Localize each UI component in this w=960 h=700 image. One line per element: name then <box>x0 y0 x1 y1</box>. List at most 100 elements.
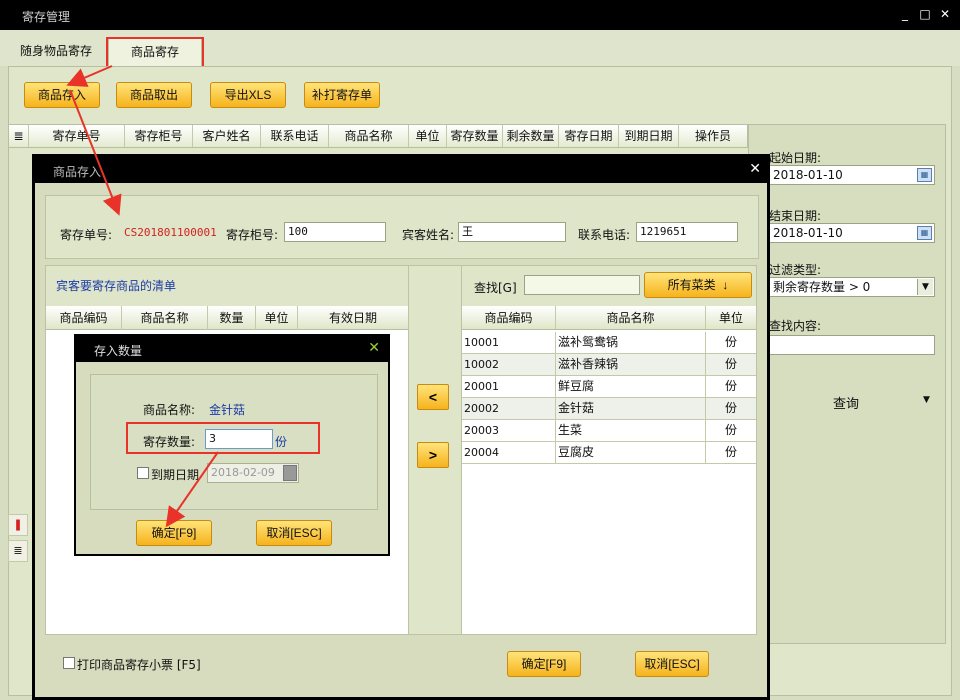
storage-list-header: 商品编码 商品名称 数量 单位 有效日期 <box>46 306 408 330</box>
product-panel: 查找[G] 所有菜类 ↓ 商品编码 商品名称 单位 10001 滋补鸳鸯锅 份 … <box>461 265 757 635</box>
maximize-icon[interactable]: □ <box>918 7 932 21</box>
storage-list-title: 宾客要寄存商品的清单 <box>46 266 408 306</box>
product-row[interactable]: 20002 金针菇 份 <box>462 398 756 420</box>
query-button[interactable]: 查询 <box>833 393 859 412</box>
end-date-input[interactable]: 2018-01-10 ▦ <box>769 223 935 243</box>
calendar-icon[interactable] <box>283 465 297 481</box>
col-customer-name[interactable]: 客户姓名 <box>193 125 261 147</box>
col-product-code[interactable]: 商品编码 <box>462 306 556 329</box>
col-remaining-qty[interactable]: 剩余数量 <box>503 125 559 147</box>
col-goods-code[interactable]: 商品编码 <box>46 306 122 330</box>
guest-name-input[interactable]: 王 <box>458 222 566 242</box>
product-row[interactable]: 10002 滋补香辣锅 份 <box>462 354 756 376</box>
product-row[interactable]: 10001 滋补鸳鸯锅 份 <box>462 332 756 354</box>
close-icon[interactable]: ✕ <box>938 7 952 21</box>
cabinet-no-label: 寄存柜号: <box>226 228 279 242</box>
col-product-name[interactable]: 商品名称 <box>556 306 706 329</box>
minimize-icon[interactable]: _ <box>898 7 912 21</box>
qty-dialog-title-bar: 存入数量 ✕ <box>76 336 388 362</box>
bookmark-icon[interactable]: ❚ <box>8 514 28 536</box>
transfer-column: < > <box>409 265 461 635</box>
product-unit: 份 <box>724 445 737 459</box>
order-no-label: 寄存单号: <box>60 228 113 242</box>
expire-date-checkbox[interactable] <box>137 467 149 479</box>
product-name: 豆腐皮 <box>556 442 706 463</box>
category-dropdown-button[interactable]: 所有菜类 ↓ <box>644 272 752 298</box>
qty-form: 商品名称: 金针菇 寄存数量: 3 份 到期日期 2018-02-09 <box>90 374 378 510</box>
col-goods-name[interactable]: 商品名称 <box>329 125 409 147</box>
close-icon[interactable]: ✕ <box>749 161 761 177</box>
tab-personal-items[interactable]: 随身物品寄存 <box>10 38 102 64</box>
reprint-button[interactable]: 补打寄存单 <box>304 82 380 108</box>
product-unit: 份 <box>724 423 737 437</box>
down-arrow-icon: ↓ <box>719 278 729 292</box>
end-date-label: 结束日期: <box>769 209 822 223</box>
phone-label: 联系电话: <box>578 228 631 242</box>
product-row[interactable]: 20003 生菜 份 <box>462 420 756 442</box>
close-icon[interactable]: ✕ <box>368 340 380 356</box>
col-goods-name[interactable]: 商品名称 <box>122 306 208 330</box>
col-order-no[interactable]: 寄存单号 <box>29 125 125 147</box>
chevron-down-icon[interactable]: ▼ <box>917 279 933 295</box>
qty-confirm-button[interactable]: 确定[F9] <box>136 520 212 546</box>
product-code: 20002 <box>462 398 556 419</box>
col-expire-date[interactable]: 到期日期 <box>619 125 679 147</box>
expire-date-input[interactable]: 2018-02-09 <box>207 463 299 483</box>
filter-type-label: 过滤类型: <box>769 263 822 277</box>
product-name: 金针菇 <box>556 398 706 419</box>
col-operator[interactable]: 操作员 <box>679 125 747 147</box>
product-unit: 份 <box>724 335 737 349</box>
print-receipt-checkbox[interactable] <box>63 657 75 669</box>
col-unit[interactable]: 单位 <box>256 306 298 330</box>
list-icon[interactable]: ≣ <box>8 540 28 562</box>
tab-goods-storage[interactable]: 商品寄存 <box>108 38 202 66</box>
print-receipt-label: 打印商品寄存小票 [F5] <box>77 658 201 672</box>
col-store-date[interactable]: 寄存日期 <box>559 125 619 147</box>
move-left-button[interactable]: < <box>417 384 449 410</box>
cancel-button[interactable]: 取消[ESC] <box>635 651 709 677</box>
expire-date-label: 到期日期 <box>151 468 200 482</box>
goods-name-label: 商品名称: <box>143 403 196 417</box>
filter-type-value: 剩余寄存数量 > 0 <box>773 280 871 294</box>
start-date-input[interactable]: 2018-01-10 ▦ <box>769 165 935 185</box>
calendar-icon[interactable]: ▦ <box>917 226 932 240</box>
store-qty-label: 寄存数量: <box>143 435 196 449</box>
store-qty-input[interactable]: 3 <box>205 429 273 449</box>
cabinet-no-input[interactable]: 100 <box>284 222 386 242</box>
move-right-button[interactable]: > <box>417 442 449 468</box>
goods-name-value: 金针菇 <box>209 403 246 417</box>
search-content-label: 查找内容: <box>769 319 822 333</box>
col-store-qty[interactable]: 寄存数量 <box>447 125 503 147</box>
confirm-button[interactable]: 确定[F9] <box>507 651 581 677</box>
col-phone[interactable]: 联系电话 <box>261 125 329 147</box>
guest-name-label: 宾客姓名: <box>402 228 455 242</box>
start-date-label: 起始日期: <box>769 151 822 165</box>
product-unit: 份 <box>724 401 737 415</box>
product-row[interactable]: 20004 豆腐皮 份 <box>462 442 756 464</box>
calendar-icon[interactable]: ▦ <box>917 168 932 182</box>
dropdown-arrow-icon[interactable]: ▼ <box>923 395 930 405</box>
qty-cancel-button[interactable]: 取消[ESC] <box>256 520 332 546</box>
filter-type-select[interactable]: 剩余寄存数量 > 0 ▼ <box>769 277 935 297</box>
col-cabinet-no[interactable]: 寄存柜号 <box>125 125 193 147</box>
product-unit: 份 <box>724 357 737 371</box>
list-icon[interactable]: ≣ <box>9 125 29 147</box>
window-title: 寄存管理 <box>22 10 71 24</box>
store-goods-button[interactable]: 商品存入 <box>24 82 100 108</box>
export-xls-button[interactable]: 导出XLS <box>210 82 286 108</box>
product-list-header: 商品编码 商品名称 单位 <box>462 306 756 330</box>
col-qty[interactable]: 数量 <box>208 306 256 330</box>
tab-bar: 随身物品寄存 商品寄存 <box>0 30 960 66</box>
order-no-value: CS201801100001 <box>124 226 217 239</box>
product-code: 10002 <box>462 354 556 375</box>
retrieve-goods-button[interactable]: 商品取出 <box>116 82 192 108</box>
product-code: 20004 <box>462 442 556 463</box>
col-product-unit[interactable]: 单位 <box>706 306 756 329</box>
col-unit[interactable]: 单位 <box>409 125 447 147</box>
product-row[interactable]: 20001 鲜豆腐 份 <box>462 376 756 398</box>
phone-input[interactable]: 1219651 <box>636 222 738 242</box>
search-content-input[interactable] <box>769 335 935 355</box>
dialog-title-bar: 商品存入 ✕ <box>35 157 767 183</box>
search-input[interactable] <box>524 275 640 295</box>
col-valid-date[interactable]: 有效日期 <box>298 306 408 330</box>
